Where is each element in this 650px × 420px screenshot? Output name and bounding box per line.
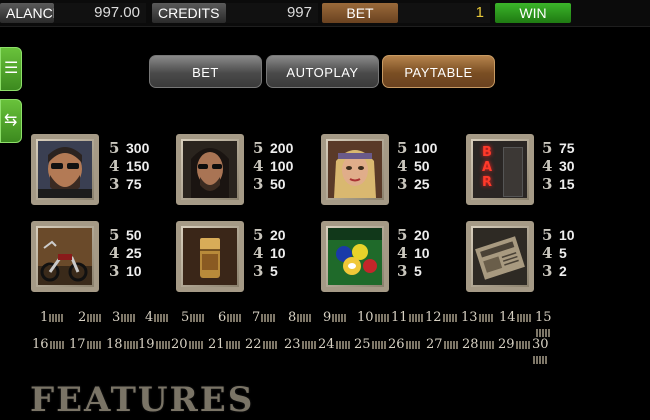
symbol-bar-sign: BAR — [466, 134, 534, 205]
pay-row: 4 100 — [253, 157, 294, 175]
bar-neon-sign: BAR — [481, 145, 493, 190]
tab-paytable[interactable]: PAYTABLE — [382, 55, 495, 88]
symbol-zippo-lighter — [176, 221, 244, 292]
pay-row: 4 30 — [542, 157, 575, 175]
payline-item: 14 — [499, 310, 531, 325]
pay-row: 5 20 — [253, 226, 286, 244]
payline-item: 25 — [354, 337, 386, 352]
bar-door — [503, 147, 523, 197]
pay-row: 3 50 — [253, 175, 286, 193]
payline-item: 9 — [323, 310, 347, 325]
payline-item: 15 — [535, 310, 552, 340]
pays-zippo-lighter: 5 20 4 10 35 — [253, 226, 313, 280]
payline-item: 23 — [284, 337, 316, 352]
payline-item: 29 — [498, 337, 530, 352]
pay-row: 5 20 — [397, 226, 430, 244]
pays-bar-sign: 5 75 4 30 3 15 — [542, 139, 602, 193]
symbol-newspaper — [466, 221, 534, 292]
pay-row: 4 25 — [109, 244, 142, 262]
pay-row: 3 10 — [109, 262, 142, 280]
settings-button[interactable]: ⇆ — [0, 99, 22, 143]
bet-label: BET — [322, 3, 398, 23]
pay-row: 3 75 — [109, 175, 142, 193]
payline-item: 3 — [112, 310, 136, 325]
bet-value: 1 — [398, 3, 490, 23]
pay-row: 45 — [542, 244, 567, 262]
tab-bet[interactable]: BET — [149, 55, 262, 88]
pay-row: 32 — [542, 262, 567, 280]
pays-biker-sunglasses: 5 300 4 150 3 75 — [109, 139, 169, 193]
balance-label: ALANCE — [0, 3, 62, 23]
pay-row: 5 300 — [109, 139, 150, 157]
payline-item: 22 — [245, 337, 277, 352]
payline-item: 24 — [318, 337, 350, 352]
payline-item: 12 — [425, 310, 457, 325]
credits-value: 997 — [226, 3, 318, 23]
sliders-icon: ⇆ — [4, 112, 18, 129]
pay-row: 4 150 — [109, 157, 150, 175]
pays-newspaper: 5 10 45 32 — [542, 226, 602, 280]
pays-blonde-woman: 5 100 4 50 3 25 — [397, 139, 457, 193]
symbol-biker-sunglasses — [31, 134, 99, 205]
menu-button[interactable]: ☰ — [0, 47, 22, 91]
payline-item: 8 — [288, 310, 312, 325]
credits-label: CREDITS — [152, 3, 226, 23]
pays-longhair-biker: 5 200 4 100 3 50 — [253, 139, 313, 193]
payline-item: 18 — [106, 337, 138, 352]
features-heading: FEATURES — [30, 380, 255, 420]
symbol-longhair-biker — [176, 134, 244, 205]
payline-item: 2 — [78, 310, 102, 325]
payline-item: 21 — [208, 337, 240, 352]
payline-item: 30 — [532, 337, 552, 367]
pays-pool-balls: 5 20 4 10 35 — [397, 226, 457, 280]
payline-item: 26 — [388, 337, 420, 352]
pay-row: 3 15 — [542, 175, 575, 193]
payline-item: 20 — [171, 337, 203, 352]
pay-row: 5 200 — [253, 139, 294, 157]
payline-item: 16 — [32, 337, 64, 352]
payline-item: 11 — [391, 310, 423, 325]
pay-row: 4 50 — [397, 157, 430, 175]
symbol-motorcycles — [31, 221, 99, 292]
payline-item: 6 — [218, 310, 242, 325]
pay-row: 3 25 — [397, 175, 430, 193]
pay-row: 5 10 — [542, 226, 575, 244]
payline-item: 27 — [426, 337, 458, 352]
payline-item: 7 — [252, 310, 276, 325]
win-label: WIN — [495, 3, 571, 23]
payline-item: 5 — [181, 310, 205, 325]
payline-item: 17 — [69, 337, 101, 352]
pay-row: 35 — [253, 262, 278, 280]
pay-row: 5 50 — [109, 226, 142, 244]
pay-row: 4 10 — [253, 244, 286, 262]
payline-item: 4 — [145, 310, 169, 325]
symbol-pool-balls — [321, 221, 389, 292]
top-bar: ALANCE 997.00 CREDITS 997 BET 1 WIN — [0, 0, 650, 27]
payline-item: 28 — [462, 337, 494, 352]
payline-item: 19 — [138, 337, 170, 352]
tab-autoplay[interactable]: AUTOPLAY — [266, 55, 379, 88]
payline-item: 13 — [461, 310, 493, 325]
pays-motorcycles: 5 50 4 25 3 10 — [109, 226, 169, 280]
paylines-row-2: 16 17 18 19 20 21 22 23 24 25 26 27 28 2… — [32, 337, 552, 364]
symbol-blonde-woman — [321, 134, 389, 205]
pay-row: 5 100 — [397, 139, 438, 157]
payline-item: 10 — [357, 310, 389, 325]
pay-row: 35 — [397, 262, 422, 280]
balance-value: 997.00 — [54, 3, 146, 23]
pay-row: 4 10 — [397, 244, 430, 262]
pay-row: 5 75 — [542, 139, 575, 157]
menu-icon: ☰ — [4, 60, 19, 77]
paylines-row-1: 1 2 3 4 5 6 7 8 9 10 11 12 13 14 15 — [32, 310, 552, 337]
payline-item: 1 — [40, 310, 64, 325]
